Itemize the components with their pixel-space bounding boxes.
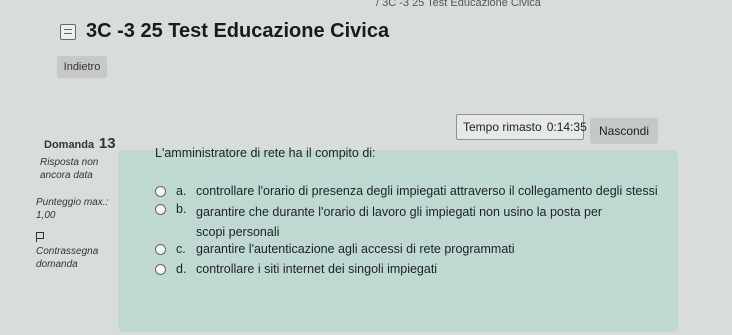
answer-option-c[interactable]: c. garantire l'autenticazione agli acces…: [155, 242, 515, 256]
answer-text[interactable]: garantire che durante l'orario di lavoro…: [196, 202, 616, 242]
timer: Tempo rimasto 0:14:35: [456, 114, 587, 140]
page-title: 3C -3 25 Test Educazione Civica: [86, 20, 390, 42]
radio-button[interactable]: [155, 244, 166, 255]
radio-button[interactable]: [155, 204, 166, 215]
answer-letter: c.: [176, 242, 186, 256]
flag-icon[interactable]: [36, 232, 45, 242]
answer-option-b[interactable]: b. garantire che durante l'orario di lav…: [155, 202, 616, 242]
quiz-icon: [60, 23, 76, 40]
question-number: 13: [98, 135, 116, 152]
timer-label: Tempo rimasto: [463, 120, 542, 134]
back-button[interactable]: Indietro: [57, 56, 107, 78]
timer-value: 0:14:35: [546, 120, 587, 134]
answer-text[interactable]: controllare i siti internet dei singoli …: [196, 262, 437, 276]
answer-letter: d.: [176, 262, 187, 276]
breadcrumb[interactable]: / 3C -3 25 Test Educazione Civica: [376, 0, 541, 9]
answer-option-a[interactable]: a. controllare l'orario di presenza degl…: [155, 184, 658, 198]
radio-button[interactable]: [155, 186, 166, 197]
answer-text[interactable]: garantire l'autenticazione agli accessi …: [196, 242, 515, 256]
radio-button[interactable]: [155, 264, 166, 275]
hide-timer-button[interactable]: Nascondi: [590, 118, 658, 144]
question-text: L'amministratore di rete ha il compito d…: [155, 146, 376, 160]
answer-letter: a.: [176, 184, 187, 198]
answer-text[interactable]: controllare l'orario di presenza degli i…: [196, 184, 658, 198]
answer-option-d[interactable]: d. controllare i siti internet dei singo…: [155, 262, 437, 276]
page-header: 3C -3 25 Test Educazione Civica: [60, 20, 389, 43]
answer-letter: b.: [176, 202, 187, 216]
question-label: Domanda: [44, 139, 95, 151]
